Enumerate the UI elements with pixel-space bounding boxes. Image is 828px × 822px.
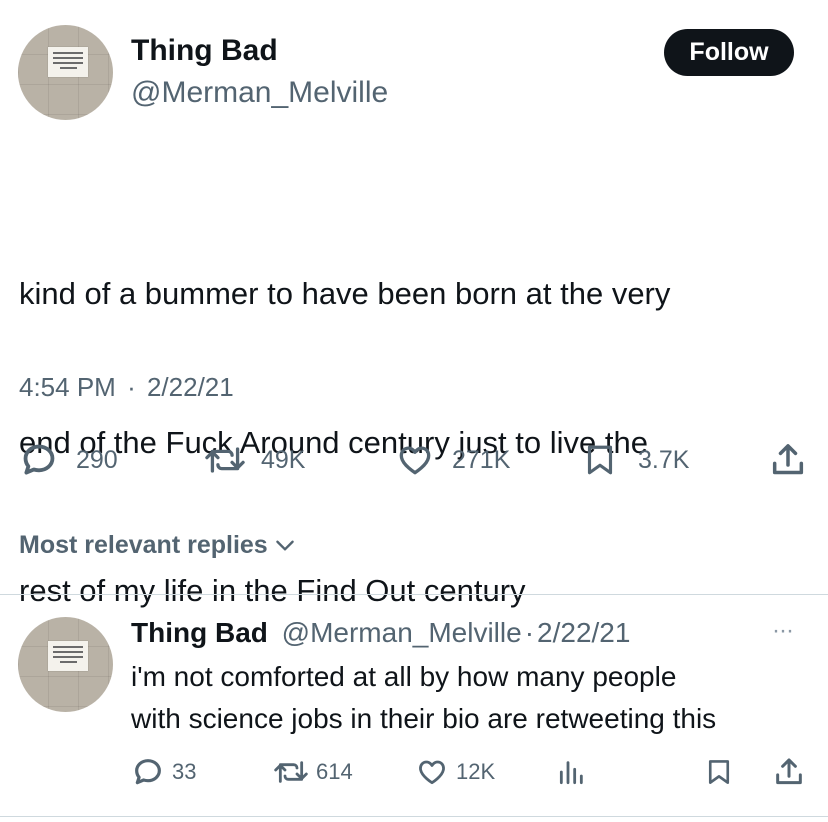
- reply-like-count: 12K: [456, 759, 496, 784]
- chevron-down-icon: [275, 540, 294, 551]
- author-display-name[interactable]: Thing Bad: [131, 32, 278, 70]
- retweet-arrows-icon: [274, 761, 308, 783]
- reply-handle[interactable]: @Merman_Melville: [282, 617, 522, 648]
- tweet-date: 2/22/21: [146, 372, 234, 402]
- reply-retweet-action[interactable]: 614: [272, 756, 353, 788]
- tweet-time: 4:54 PM: [19, 372, 116, 402]
- meta-separator: ·: [127, 372, 136, 402]
- reply-text: i'm not comforted at all by how many peo…: [131, 656, 821, 740]
- reply-bookmark-action[interactable]: [704, 756, 734, 788]
- share-upload-icon: [776, 758, 802, 785]
- bookmark-icon: [708, 760, 730, 784]
- reply-author-avatar[interactable]: [18, 617, 113, 712]
- tweet-timestamp[interactable]: 4:54 PM · 2/22/21: [19, 370, 234, 404]
- reply-share-action[interactable]: [772, 755, 806, 789]
- retweet-count: 49K: [261, 445, 306, 474]
- heart-icon: [419, 760, 445, 785]
- share-upload-icon: [772, 444, 804, 475]
- tweet-text-line: kind of a bummer to have been born at th…: [19, 276, 671, 311]
- follow-button[interactable]: Follow: [664, 29, 794, 76]
- share-action[interactable]: [768, 440, 808, 480]
- retweet-action[interactable]: 49K: [203, 440, 305, 480]
- reply-date[interactable]: 2/22/21: [537, 617, 630, 648]
- bookmark-action[interactable]: 3.7K: [582, 440, 689, 480]
- reply-count: 290: [76, 445, 118, 474]
- reply-text-line: with science jobs in their bio are retwe…: [131, 703, 717, 734]
- speech-bubble-icon: [135, 759, 161, 785]
- reply-header: Thing Bad @Merman_Melville · 2/22/21: [131, 615, 630, 651]
- avatar-paper-note: [48, 47, 88, 77]
- reply-reply-action[interactable]: 33: [132, 756, 196, 788]
- replies-sort-selector[interactable]: Most relevant replies: [19, 528, 298, 562]
- author-avatar[interactable]: [18, 25, 113, 120]
- more-dots-icon: ···: [772, 617, 794, 644]
- reply-views-action[interactable]: [556, 756, 588, 788]
- reply-like-action[interactable]: 12K: [416, 756, 495, 788]
- tweet-text-line: rest of my life in the Find Out century: [19, 573, 526, 608]
- reply-text-line: i'm not comforted at all by how many peo…: [131, 661, 677, 692]
- author-handle[interactable]: @Merman_Melville: [131, 74, 388, 112]
- tweet-text: kind of a bummer to have been born at th…: [19, 170, 819, 665]
- bookmark-icon: [587, 445, 613, 475]
- reply-retweet-count: 614: [316, 759, 353, 784]
- retweet-arrows-icon: [205, 447, 245, 473]
- more-options-button[interactable]: ···: [772, 615, 794, 647]
- bar-chart-icon: [559, 761, 583, 785]
- speech-bubble-icon: [23, 444, 55, 475]
- meta-separator: ·: [524, 617, 535, 648]
- heart-icon: [399, 446, 431, 475]
- avatar-paper-note: [48, 641, 88, 671]
- reply-reply-count: 33: [172, 759, 197, 784]
- like-count: 271K: [452, 445, 511, 474]
- bottom-divider: [0, 816, 828, 817]
- replies-sort-label: Most relevant replies: [19, 531, 268, 559]
- reply-display-name[interactable]: Thing Bad: [131, 617, 268, 648]
- bookmark-count: 3.7K: [638, 445, 690, 474]
- reply-action[interactable]: 290: [20, 440, 118, 480]
- like-action[interactable]: 271K: [396, 440, 510, 480]
- section-divider: [0, 594, 828, 595]
